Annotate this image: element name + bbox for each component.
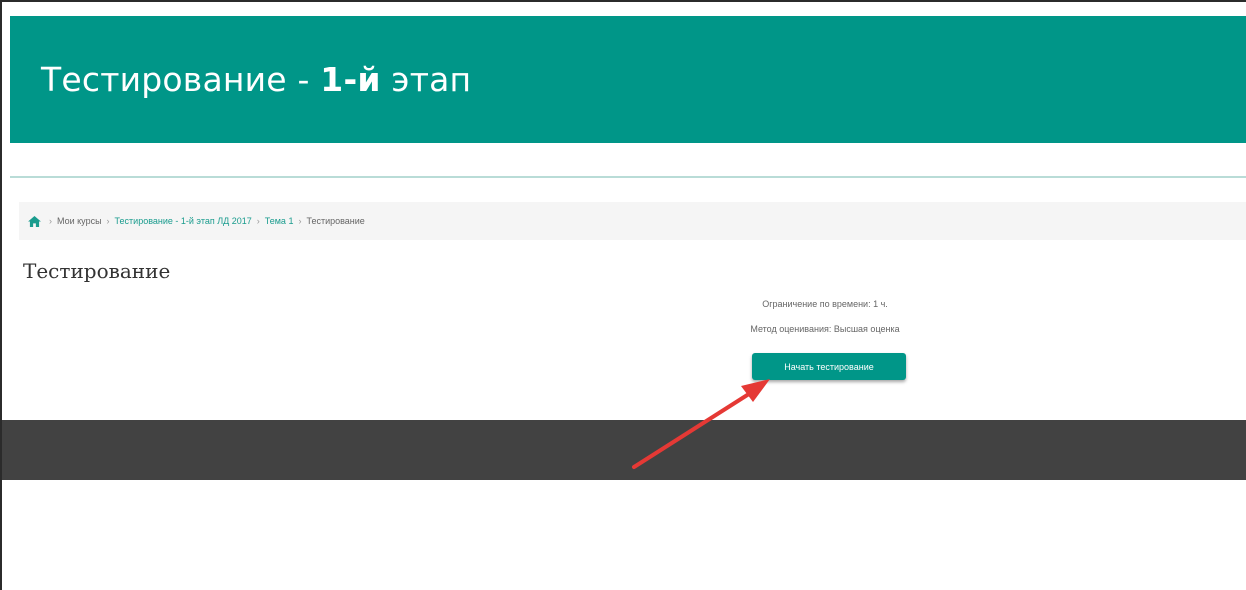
home-icon[interactable] [28,215,41,227]
breadcrumb-course[interactable]: Тестирование - 1-й этап ЛД 2017 [115,216,252,226]
breadcrumb-separator: › [256,216,260,226]
breadcrumb: › Мои курсы › Тестирование - 1-й этап ЛД… [19,202,1246,240]
course-title: Тестирование - 1-й этап [41,60,472,99]
breadcrumb-my-courses[interactable]: Мои курсы [57,216,102,226]
navbar [10,143,1246,178]
grading-method-text: Метод оценивания: Высшая оценка [750,324,900,334]
breadcrumb-topic[interactable]: Тема 1 [265,216,294,226]
page-footer [2,420,1246,480]
breadcrumb-separator: › [49,216,52,226]
page-header: Тестирование - 1-й этап [10,14,1246,143]
breadcrumb-separator: › [106,216,110,226]
breadcrumb-current: Тестирование [306,216,365,226]
start-quiz-button[interactable]: Начать тестирование [752,353,906,380]
breadcrumb-separator: › [298,216,302,226]
time-limit-text: Ограничение по времени: 1 ч. [762,299,888,309]
page-title: Тестирование [23,259,171,283]
